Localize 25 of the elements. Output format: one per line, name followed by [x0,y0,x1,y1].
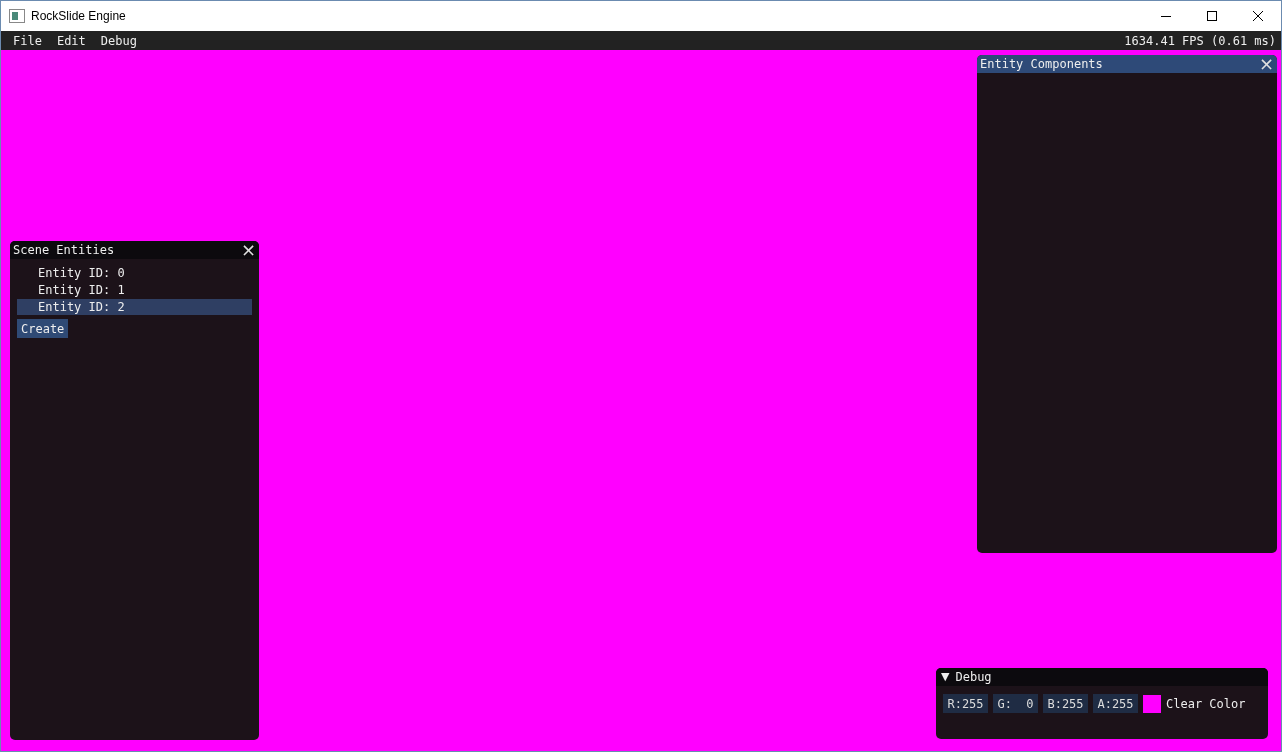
minimize-icon [1161,15,1171,17]
window-title: RockSlide Engine [31,8,126,25]
entity-list-item[interactable]: Entity ID: 2 [17,299,252,315]
color-channel-field[interactable]: G: 0 [993,694,1038,713]
entity-list-item[interactable]: Entity ID: 1 [17,282,252,298]
menu-item[interactable]: File [6,31,49,50]
color-label: Clear Color [1166,695,1246,713]
color-swatch[interactable] [1143,694,1161,713]
close-button[interactable]: × [240,241,256,259]
panel-title: Entity Components [980,56,1103,73]
fps-counter: 1634.41 FPS (0.61 ms) [1124,32,1276,50]
menu-item[interactable]: Edit [49,31,93,50]
create-button[interactable]: Create [17,319,69,338]
color-channel-field[interactable]: A:255 [1093,694,1138,713]
collapse-arrow[interactable]: ▼ [941,668,950,686]
menu-item[interactable]: Debug [93,31,144,50]
color-channel-field[interactable]: R:255 [943,694,988,713]
panel-title: Scene Entities [13,242,115,259]
color-channel-field[interactable]: B:255 [1043,694,1088,713]
entity-list-item[interactable]: Entity ID: 0 [17,265,252,281]
panel-title: Debug [955,669,992,686]
close-button[interactable]: × [1258,55,1274,73]
close-icon [1253,11,1263,21]
app-icon [9,9,25,23]
maximize-icon [1207,11,1217,21]
